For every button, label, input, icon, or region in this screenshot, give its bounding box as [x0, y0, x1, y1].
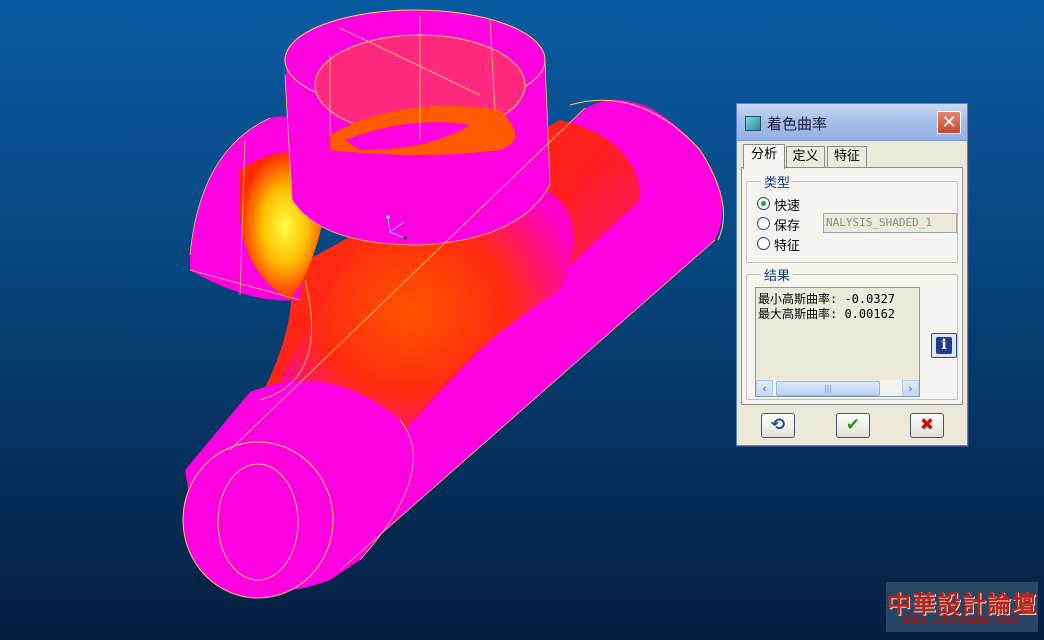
cancel-x-icon: ✖ — [919, 415, 935, 435]
scroll-left-icon[interactable]: ‹ — [756, 380, 773, 396]
repaint-button[interactable]: ⟲ — [761, 413, 795, 438]
tee-pipe-model — [182, 9, 725, 599]
refresh-icon: ⟲ — [770, 415, 786, 435]
max-gaussian-curvature: 最大高斯曲率: 0.00162 — [758, 307, 896, 321]
results-group-label: 结果 — [761, 265, 794, 284]
scroll-right-icon[interactable]: › — [902, 380, 919, 396]
watermark-url: bbs.chinade.net — [903, 613, 1021, 628]
close-icon: ✕ — [941, 112, 957, 133]
ok-button[interactable]: ✔ — [836, 413, 870, 438]
dialog-titlebar[interactable]: 着色曲率 ✕ — [737, 104, 967, 141]
type-group: 类型 快速 保存 NALYSIS_SHADED_1 特征 — [746, 172, 958, 263]
type-group-label: 类型 — [761, 172, 794, 191]
info-icon: i — [936, 337, 952, 354]
radio-save-label: 保存 — [774, 219, 801, 234]
save-name-field[interactable]: NALYSIS_SHADED_1 — [823, 213, 957, 233]
cancel-button[interactable]: ✖ — [910, 413, 944, 438]
checkmark-icon: ✔ — [845, 415, 861, 435]
analysis-tab-panel: 类型 快速 保存 NALYSIS_SHADED_1 特征 结果 最小高斯曲率: … — [741, 167, 963, 405]
site-watermark: 中華設計論壇 bbs.chinade.net — [886, 582, 1038, 632]
tab-analysis[interactable]: 分析 — [743, 144, 785, 169]
radio-feature-label: 特征 — [774, 239, 801, 254]
results-group: 结果 最小高斯曲率: -0.0327 最大高斯曲率: 0.00162 ‹ |||… — [746, 265, 958, 400]
radio-feature-button[interactable] — [757, 237, 770, 250]
tab-feature[interactable]: 特征 — [827, 146, 867, 167]
shaded-curvature-dialog: 着色曲率 ✕ 分析 定义 特征 类型 快速 保存 NALYSIS_SHADED_… — [736, 103, 968, 446]
results-text-area[interactable]: 最小高斯曲率: -0.0327 最大高斯曲率: 0.00162 ‹ ||| › — [755, 287, 920, 397]
scroll-thumb[interactable]: ||| — [776, 381, 880, 396]
close-button[interactable]: ✕ — [937, 111, 961, 134]
tab-definition[interactable]: 定义 — [786, 146, 825, 167]
dialog-title: 着色曲率 — [767, 115, 828, 133]
dialog-app-icon — [745, 116, 761, 131]
results-horizontal-scrollbar[interactable]: ‹ ||| › — [756, 380, 919, 396]
radio-save-button[interactable] — [757, 217, 770, 230]
radio-quick-button[interactable] — [757, 197, 770, 210]
radio-quick-label: 快速 — [774, 199, 801, 214]
info-button[interactable]: i — [931, 333, 957, 358]
